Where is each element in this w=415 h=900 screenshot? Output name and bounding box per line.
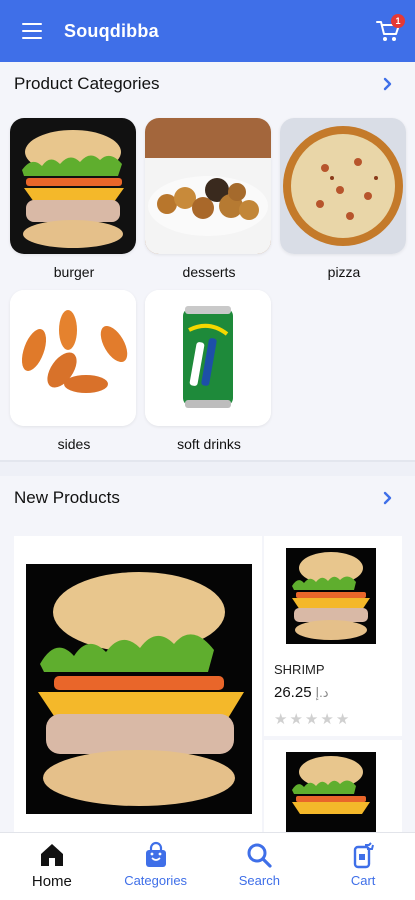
nav-categories[interactable]: Categories xyxy=(104,833,208,900)
cart-icon xyxy=(353,842,375,869)
star-icon: ★ xyxy=(274,711,288,728)
category-label: burger xyxy=(53,264,95,280)
nav-search[interactable]: Search xyxy=(208,833,312,900)
burger-image xyxy=(10,118,136,254)
nav-home[interactable]: Home xyxy=(0,833,104,900)
category-label: desserts xyxy=(182,264,236,280)
new-products-title: New Products xyxy=(14,488,120,507)
chevron-right-icon xyxy=(383,77,392,91)
nav-label: Categories xyxy=(124,873,188,888)
category-soft-drinks[interactable]: soft drinks xyxy=(145,290,273,452)
categories-title: Product Categories xyxy=(14,74,160,93)
category-pizza[interactable]: pizza xyxy=(280,118,408,280)
section-divider xyxy=(0,460,415,462)
price-value: 26.25 xyxy=(274,684,312,701)
bottom-navigation: Home Categories Search Cart xyxy=(0,832,415,900)
chicken-wings-image xyxy=(10,290,136,426)
product-card[interactable]: SHRIMP 26.25 د.إ ★ ★ ★ ★ ★ xyxy=(264,536,402,736)
product-name: SHRIMP xyxy=(274,662,325,677)
category-label: pizza xyxy=(327,264,361,280)
categories-more-button[interactable] xyxy=(375,71,401,97)
star-icon: ★ xyxy=(304,711,319,728)
pizza-image xyxy=(280,118,406,254)
rating-stars: ★ ★ ★ ★ ★ xyxy=(274,710,349,728)
featured-product-card[interactable] xyxy=(14,536,262,836)
category-desserts[interactable]: desserts xyxy=(145,118,273,280)
product-image xyxy=(286,752,376,832)
burger-image xyxy=(26,564,252,814)
nav-label: Search xyxy=(238,873,280,888)
cart-button[interactable]: 1 xyxy=(375,14,405,44)
category-label: soft drinks xyxy=(177,436,241,452)
app-bar: Souqdibba 1 xyxy=(0,0,415,62)
hamburger-icon xyxy=(22,23,42,39)
nav-cart[interactable]: Cart xyxy=(311,833,415,900)
desserts-image xyxy=(145,118,271,254)
product-card[interactable] xyxy=(264,740,402,832)
category-burger[interactable]: burger xyxy=(10,118,138,280)
product-image xyxy=(286,548,376,644)
star-icon: ★ xyxy=(320,711,334,728)
search-icon xyxy=(247,843,272,868)
nav-label: Home xyxy=(31,873,72,890)
star-icon: ★ xyxy=(335,711,350,728)
chevron-right-icon xyxy=(383,491,392,505)
app-title: Souqdibba xyxy=(64,20,159,41)
category-sides[interactable]: sides xyxy=(10,290,138,452)
nav-label: Cart xyxy=(350,873,376,888)
category-label: sides xyxy=(57,436,91,452)
cart-count-badge: 1 xyxy=(391,14,405,28)
soda-can-image xyxy=(145,290,271,426)
product-price: 26.25 د.إ xyxy=(274,684,329,701)
star-icon: ★ xyxy=(289,711,303,728)
new-products-more-button[interactable] xyxy=(375,485,401,511)
home-icon xyxy=(40,844,63,866)
menu-button[interactable] xyxy=(0,0,64,62)
bag-icon xyxy=(145,841,166,867)
price-currency: د.إ xyxy=(315,685,329,700)
